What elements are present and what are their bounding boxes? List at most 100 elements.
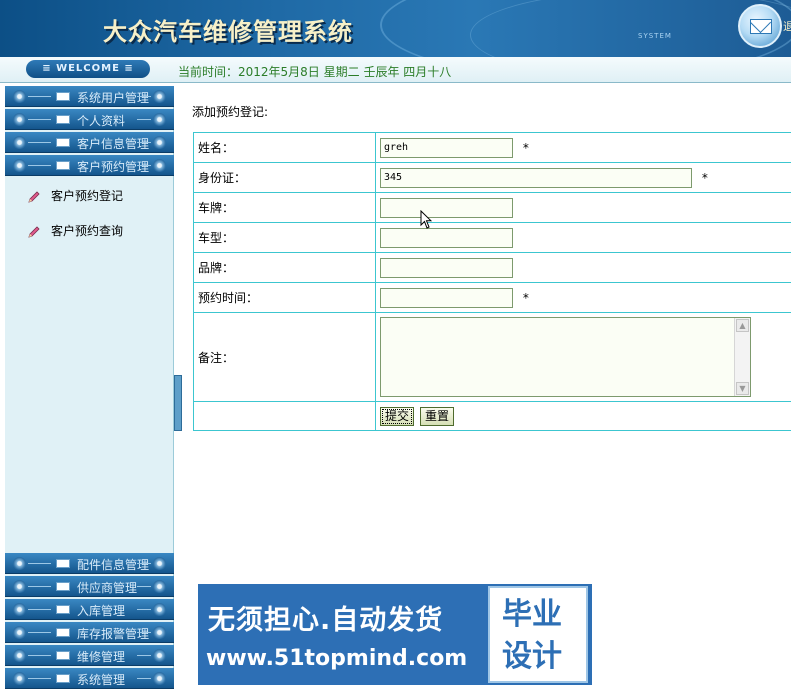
sidebar-item-label: 个人资料 — [77, 112, 125, 129]
menu-bullet-icon — [13, 113, 26, 126]
brand-label: 品牌： — [194, 253, 376, 283]
logout-link[interactable]: 退 — [783, 18, 791, 34]
menu-bullet-icon — [153, 159, 166, 172]
sidebar-item-system[interactable]: 系统管理 — [5, 668, 174, 689]
promo-badge-line: 设计 — [502, 640, 562, 674]
form-row: 提交重置 — [194, 402, 791, 431]
appointment-time-input[interactable] — [380, 288, 513, 308]
sidebar-item-customer-info[interactable]: 客户信息管理 — [5, 132, 174, 153]
subitem-label: 客户预约查询 — [51, 224, 123, 238]
envelope-icon — [56, 92, 70, 101]
menu-bullet-icon — [13, 672, 26, 685]
form-row: 预约时间： * — [194, 283, 791, 313]
sidebar-item-label: 供应商管理 — [77, 579, 137, 596]
menu-bullet-icon — [13, 136, 26, 149]
scroll-down-icon[interactable]: ▼ — [736, 382, 749, 395]
sidebar-item-label: 配件信息管理 — [77, 556, 149, 573]
submit-button[interactable]: 提交 — [380, 407, 414, 426]
promo-slogan: 无须担心.自动发货 — [208, 598, 443, 637]
form-row: 姓名： greh * — [194, 133, 791, 163]
sidebar-item-appointments[interactable]: 客户预约管理 — [5, 155, 174, 176]
envelope-icon — [56, 582, 70, 591]
menu-bullet-icon — [153, 136, 166, 149]
model-input[interactable] — [380, 228, 513, 248]
menu-bullet-icon — [153, 557, 166, 570]
sidebar-item-system-users[interactable]: 系统用户管理 — [5, 86, 174, 107]
reset-button[interactable]: 重置 — [420, 407, 454, 426]
remarks-label: 备注： — [194, 313, 376, 402]
plate-input[interactable] — [380, 198, 513, 218]
menu-bullet-icon — [153, 672, 166, 685]
brand-input[interactable] — [380, 258, 513, 278]
promo-badge-line: 毕业 — [502, 598, 562, 632]
menu-bullet-icon — [13, 159, 26, 172]
name-input[interactable]: greh — [380, 138, 513, 158]
form-row: 车型： — [194, 223, 791, 253]
info-bar: ≡ WELCOME ≡ 当前时间：2012年5月8日 星期二 壬辰年 四月十八 — [0, 57, 791, 83]
envelope-icon — [56, 628, 70, 637]
menu-bullet-icon — [13, 557, 26, 570]
appointment-form: 姓名： greh * 身份证： 345 * 车牌： 车型： 品牌： 预约时间： — [193, 132, 791, 431]
sidebar-item-label: 客户信息管理 — [77, 135, 149, 152]
envelope-icon — [56, 115, 70, 124]
sidebar: 系统用户管理 个人资料 客户信息管理 客户预约管理 客户预约登记 客户预约查询 — [5, 86, 174, 685]
sidebar-item-suppliers[interactable]: 供应商管理 — [5, 576, 174, 597]
textarea-scrollbar[interactable]: ▲ ▼ — [734, 318, 750, 396]
promo-banner: 无须担心.自动发货 www.51topmind.com 毕业 设计 — [198, 584, 592, 685]
sidebar-item-parts[interactable]: 配件信息管理 — [5, 553, 174, 574]
pencil-icon — [27, 190, 41, 204]
system-label: SYSTEM — [638, 32, 672, 40]
pencil-icon — [27, 225, 41, 239]
menu-bullet-icon — [153, 580, 166, 593]
remarks-textarea[interactable]: ▲ ▼ — [380, 317, 751, 397]
plate-label: 车牌： — [194, 193, 376, 223]
sidebar-splitter[interactable] — [174, 375, 182, 431]
envelope-icon — [56, 605, 70, 614]
menu-bullet-icon — [153, 603, 166, 616]
form-row: 车牌： — [194, 193, 791, 223]
promo-badge: 毕业 设计 — [488, 586, 588, 683]
menu-bullet-icon — [13, 603, 26, 616]
promo-url: www.51topmind.com — [206, 646, 467, 671]
menu-bullet-icon — [13, 626, 26, 639]
mouse-cursor-icon — [420, 210, 432, 230]
menu-bullet-icon — [13, 90, 26, 103]
sidebar-item-repair[interactable]: 维修管理 — [5, 645, 174, 666]
app-title: 大众汽车维修管理系统 — [103, 12, 353, 47]
subitem-label: 客户预约登记 — [51, 189, 123, 203]
form-row: 备注： ▲ ▼ — [194, 313, 791, 402]
id-card-input[interactable]: 345 — [380, 168, 692, 188]
sidebar-item-stock-alert[interactable]: 库存报警管理 — [5, 622, 174, 643]
welcome-badge: ≡ WELCOME ≡ — [26, 60, 150, 78]
sidebar-item-label: 库存报警管理 — [77, 625, 149, 642]
envelope-icon — [56, 674, 70, 683]
envelope-icon — [56, 161, 70, 170]
current-date: 当前时间：2012年5月8日 星期二 壬辰年 四月十八 — [178, 63, 451, 80]
sidebar-item-label: 系统管理 — [77, 671, 125, 688]
name-label: 姓名： — [194, 133, 376, 163]
sidebar-item-label: 维修管理 — [77, 648, 125, 665]
menu-bullet-icon — [13, 580, 26, 593]
envelope-icon — [56, 559, 70, 568]
form-row: 品牌： — [194, 253, 791, 283]
sidebar-item-inbound[interactable]: 入库管理 — [5, 599, 174, 620]
sidebar-item-label: 入库管理 — [77, 602, 125, 619]
envelope-icon — [56, 138, 70, 147]
sidebar-item-label: 系统用户管理 — [77, 89, 149, 106]
required-mark: * — [702, 171, 708, 185]
envelope-icon — [56, 651, 70, 660]
scroll-up-icon[interactable]: ▲ — [736, 319, 749, 332]
app-header: 大众汽车维修管理系统 SYSTEM 退 — [0, 0, 791, 57]
sidebar-subitem-appointment-register[interactable]: 客户预约登记 — [27, 187, 123, 205]
menu-bullet-icon — [153, 626, 166, 639]
sidebar-item-label: 客户预约管理 — [77, 158, 149, 175]
id-card-label: 身份证： — [194, 163, 376, 193]
mail-icon[interactable] — [738, 4, 782, 48]
menu-bullet-icon — [153, 90, 166, 103]
appointment-time-label: 预约时间： — [194, 283, 376, 313]
sidebar-item-profile[interactable]: 个人资料 — [5, 109, 174, 130]
required-mark: * — [523, 141, 529, 155]
sidebar-subitem-appointment-query[interactable]: 客户预约查询 — [27, 222, 123, 240]
model-label: 车型： — [194, 223, 376, 253]
form-title: 添加预约登记: — [192, 103, 268, 120]
